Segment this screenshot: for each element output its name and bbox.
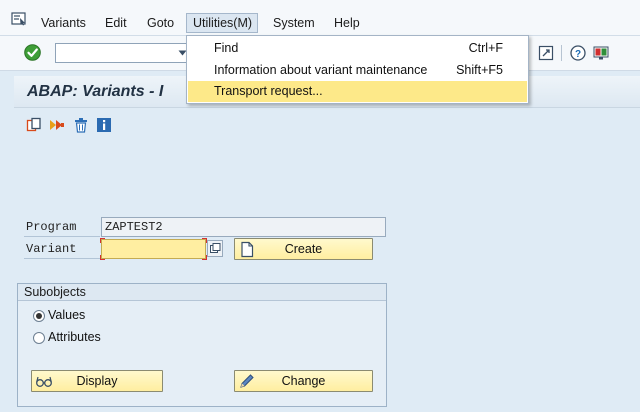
- svg-text:?: ?: [575, 49, 581, 60]
- change-button[interactable]: Change: [234, 370, 373, 392]
- menu-item-label: Transport request...: [214, 84, 323, 98]
- values-label: Values: [48, 308, 86, 322]
- program-field: ZAPTEST2: [101, 217, 386, 237]
- toolbar-separator: [561, 45, 562, 61]
- menu-item-label: Find: [214, 41, 239, 55]
- ok-checkmark-icon[interactable]: [24, 44, 41, 61]
- possible-entries-icon: [210, 243, 221, 253]
- required-marker: [100, 238, 105, 243]
- info-icon[interactable]: [96, 117, 112, 133]
- subobjects-title: Subobjects: [24, 285, 86, 299]
- menu-bar: Variants Edit Goto Utilities(M) System H…: [0, 0, 640, 36]
- command-field[interactable]: [55, 43, 190, 63]
- menu-icon[interactable]: [11, 12, 27, 26]
- application-toolbar: [14, 110, 640, 140]
- required-marker: [100, 255, 105, 260]
- help-icon[interactable]: ?: [570, 45, 586, 61]
- menu-item-shortcut: Ctrl+F: [468, 41, 503, 55]
- menu-item-shortcut: Shift+F5: [456, 63, 503, 77]
- attributes-label: Attributes: [48, 330, 101, 344]
- menu-goto[interactable]: Goto: [147, 15, 174, 31]
- save-icon[interactable]: [538, 45, 554, 61]
- create-button-label: Create: [284, 242, 323, 256]
- menu-help[interactable]: Help: [334, 15, 360, 31]
- display-button-label: Display: [76, 374, 118, 388]
- label-underline: [24, 236, 100, 237]
- create-button[interactable]: Create: [234, 238, 373, 260]
- menu-item-label: Information about variant maintenance: [214, 63, 428, 77]
- menu-variants[interactable]: Variants: [41, 15, 86, 31]
- subobjects-header: Subobjects: [18, 284, 386, 301]
- delete-icon[interactable]: [73, 117, 89, 133]
- display-button[interactable]: Display: [31, 370, 163, 392]
- change-button-label: Change: [281, 374, 326, 388]
- menu-item-find[interactable]: Find Ctrl+F: [188, 38, 527, 59]
- attributes-radio[interactable]: [33, 332, 45, 344]
- rename-icon[interactable]: [49, 117, 65, 133]
- menu-system[interactable]: System: [273, 15, 315, 31]
- menu-edit[interactable]: Edit: [105, 15, 127, 31]
- possible-entries-button[interactable]: [207, 240, 223, 257]
- copy-icon[interactable]: [26, 117, 42, 133]
- page-title: ABAP: Variants - I: [27, 83, 164, 100]
- variant-input[interactable]: [101, 239, 206, 259]
- menu-item-transport-request[interactable]: Transport request...: [188, 81, 527, 102]
- label-underline: [24, 258, 100, 259]
- variant-label: Variant: [26, 242, 77, 256]
- customize-icon[interactable]: [593, 45, 609, 61]
- menu-utilities[interactable]: Utilities(M): [186, 13, 259, 33]
- menu-item-variant-info[interactable]: Information about variant maintenance Sh…: [188, 60, 527, 81]
- program-label: Program: [26, 220, 77, 234]
- values-radio[interactable]: [33, 310, 45, 322]
- utilities-dropdown-menu: Find Ctrl+F Information about variant ma…: [186, 35, 529, 104]
